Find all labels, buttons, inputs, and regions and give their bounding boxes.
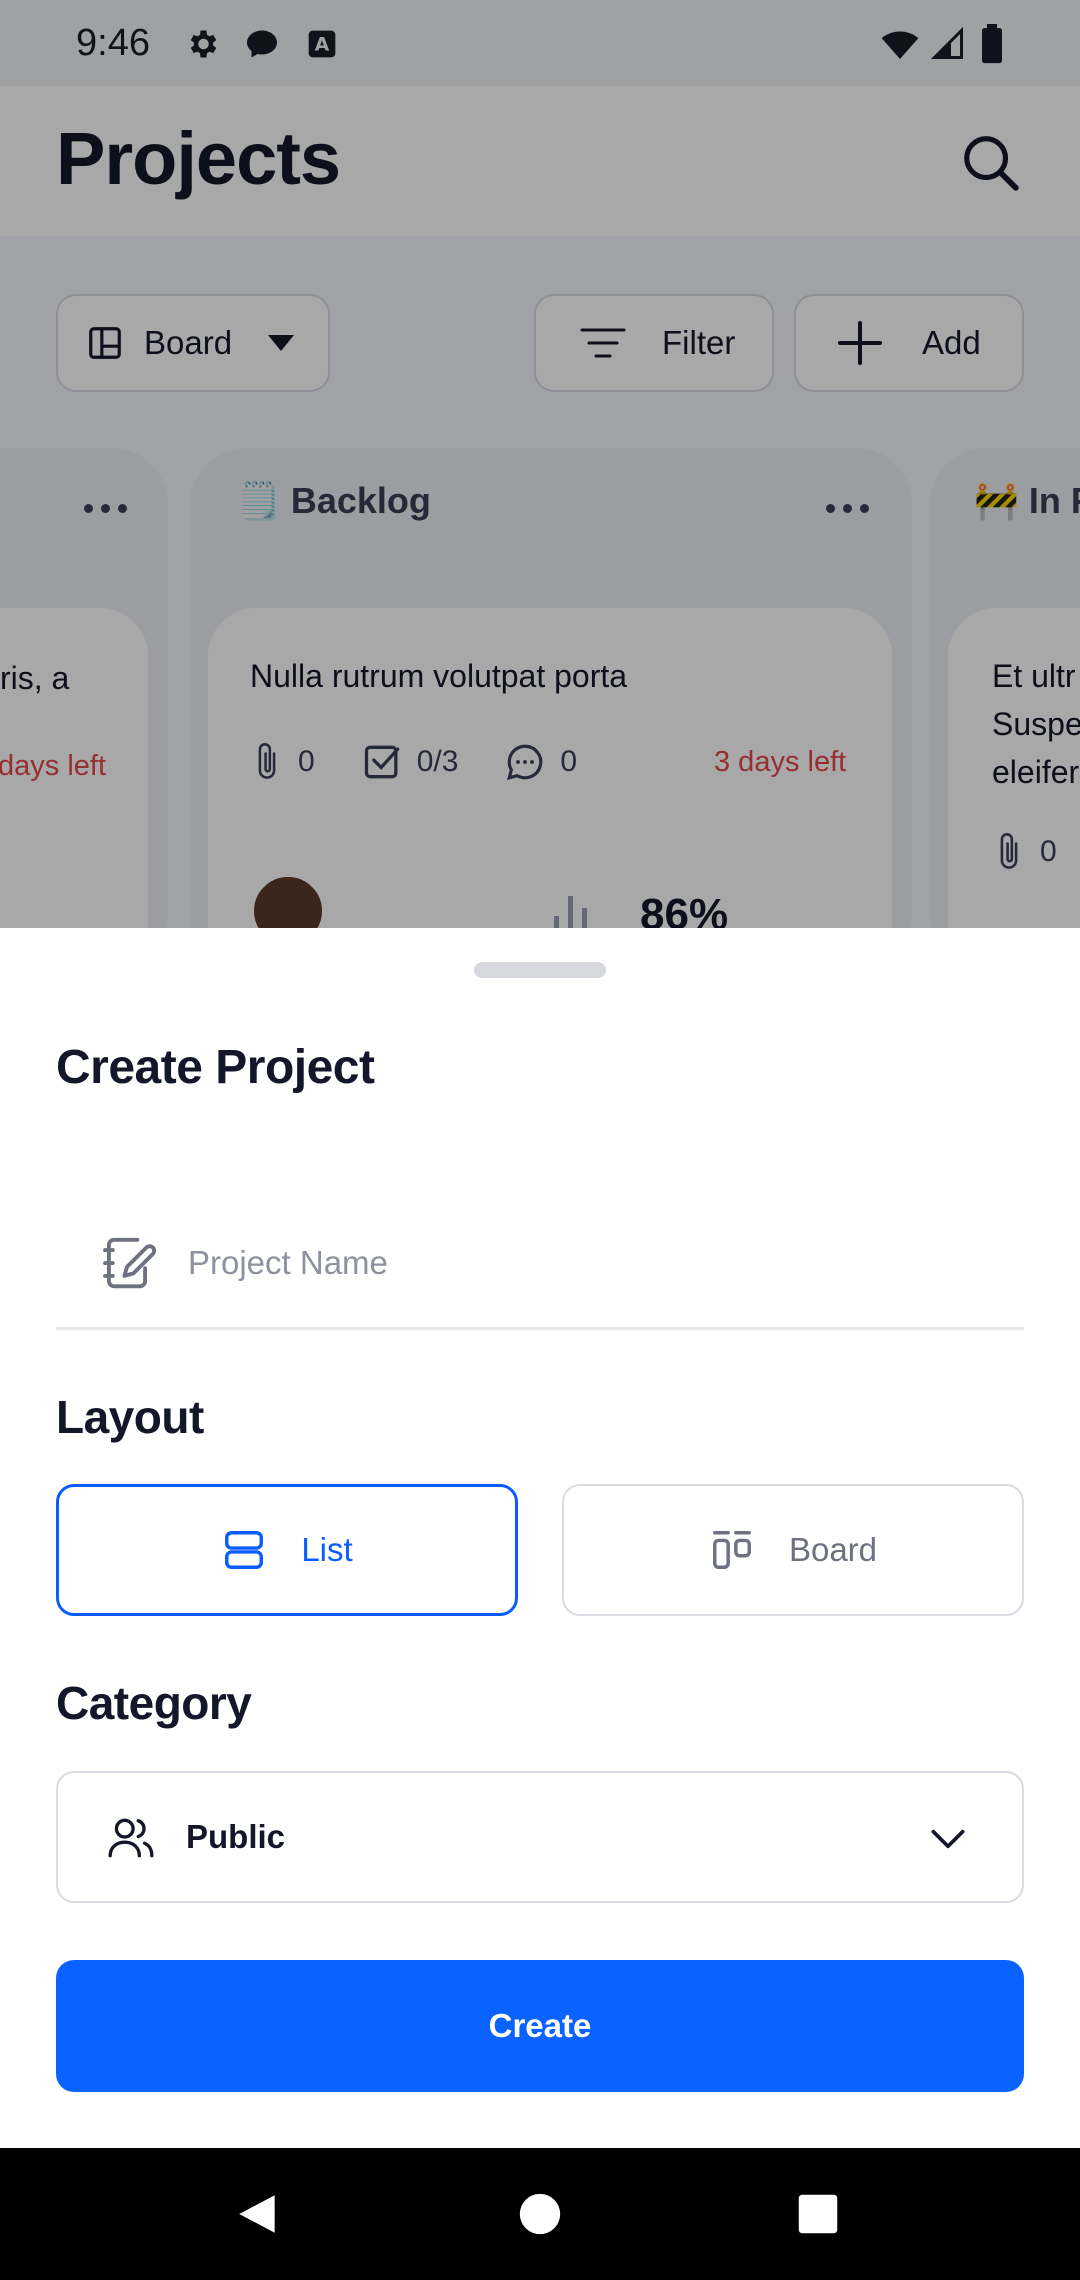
layout-option-list[interactable]: List	[56, 1484, 518, 1616]
layout-option-board[interactable]: Board	[562, 1484, 1024, 1616]
layout-section-label: Layout	[56, 1391, 204, 1443]
category-dropdown[interactable]: Public	[56, 1771, 1024, 1903]
project-name-field[interactable]	[56, 1198, 1024, 1330]
create-button[interactable]: Create	[56, 1960, 1024, 2092]
users-icon	[106, 1812, 156, 1862]
sheet-title: Create Project	[56, 1041, 375, 1094]
layout-option-label: List	[301, 1531, 353, 1568]
list-layout-icon	[221, 1527, 267, 1573]
category-section-label: Category	[56, 1677, 252, 1729]
recents-button[interactable]	[786, 2182, 850, 2246]
home-circle-icon	[519, 2193, 561, 2235]
recents-square-icon	[798, 2194, 838, 2234]
system-nav-bar	[0, 2148, 1080, 2280]
board-layout-icon	[709, 1527, 755, 1573]
sheet-drag-handle[interactable]	[474, 962, 606, 978]
project-name-input[interactable]	[188, 1243, 948, 1282]
category-value: Public	[186, 1818, 286, 1855]
chevron-down-icon	[926, 1817, 970, 1866]
layout-option-label: Board	[788, 1531, 878, 1568]
back-button[interactable]	[226, 2182, 290, 2246]
back-triangle-icon	[239, 2195, 275, 2233]
projects-screen: 9:46 A Projects Board Filter Add ris, a …	[0, 0, 1080, 930]
modal-scrim[interactable]	[0, 0, 1080, 930]
home-button[interactable]	[508, 2182, 572, 2246]
notebook-edit-icon	[92, 1228, 162, 1298]
create-project-sheet: Create Project Layout List Board Categor…	[0, 928, 1080, 2148]
